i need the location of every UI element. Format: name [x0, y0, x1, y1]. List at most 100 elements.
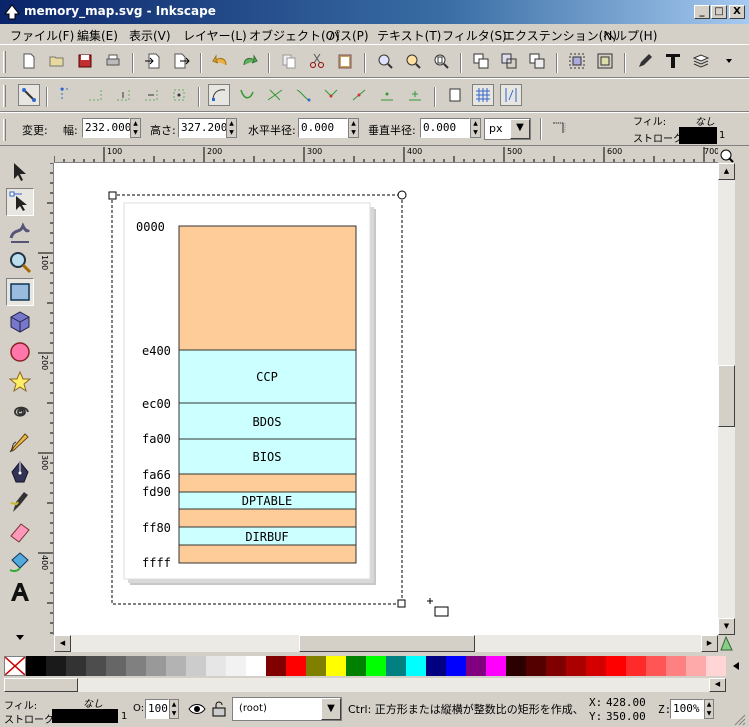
duplicate-button[interactable] — [470, 50, 492, 72]
color-swatch[interactable] — [466, 656, 486, 676]
snap-bbox-corner-button[interactable] — [112, 84, 134, 106]
menu-extensions[interactable]: エクステンション(N) — [503, 27, 617, 44]
group-button[interactable] — [566, 50, 588, 72]
text-tool[interactable] — [6, 578, 34, 606]
status-stroke-swatch[interactable] — [52, 709, 118, 723]
color-swatch[interactable] — [286, 656, 306, 676]
vertical-scroll-thumb[interactable] — [718, 365, 735, 427]
memory-block-gap2[interactable] — [178, 508, 357, 528]
print-button[interactable] — [102, 50, 124, 72]
resize-grip[interactable] — [732, 712, 746, 726]
memory-block-tpa[interactable] — [178, 225, 357, 351]
horizontal-ruler[interactable]: 100 200 300 400 500 600 700 — [54, 147, 718, 163]
memory-block-gap3[interactable] — [178, 544, 357, 564]
rx-spinner[interactable]: ▲ ▼ — [348, 118, 359, 138]
status-stroke-width[interactable]: 1 — [121, 711, 127, 722]
height-input[interactable]: 327.200 — [178, 118, 227, 138]
star-tool[interactable] — [6, 368, 34, 396]
eraser-tool[interactable] — [6, 518, 34, 546]
color-swatch[interactable] — [266, 656, 286, 676]
drawing-canvas[interactable]: 0000 e400 ec00 fa00 fa66 fd90 ff80 ffff … — [54, 163, 718, 635]
toolbox-overflow-button[interactable] — [6, 630, 34, 644]
spiral-tool[interactable] — [6, 398, 34, 426]
fill-stroke-dialog-button[interactable] — [634, 50, 656, 72]
pen-tool[interactable] — [6, 458, 34, 486]
vertical-scrollbar[interactable]: ▲ ▼ — [718, 163, 735, 635]
color-manage-button[interactable] — [718, 635, 735, 652]
ry-spinner[interactable]: ▲ ▼ — [470, 118, 481, 138]
color-swatch[interactable] — [306, 656, 326, 676]
color-swatch[interactable] — [626, 656, 646, 676]
color-swatch[interactable] — [146, 656, 166, 676]
color-swatch[interactable] — [526, 656, 546, 676]
menu-file[interactable]: ファイル(F) — [10, 27, 74, 44]
fill-value[interactable]: なし — [695, 113, 715, 128]
memory-block-gap1[interactable] — [178, 473, 357, 493]
color-swatch[interactable] — [506, 656, 526, 676]
open-button[interactable] — [46, 50, 68, 72]
color-swatch[interactable] — [86, 656, 106, 676]
color-swatch[interactable] — [366, 656, 386, 676]
zoom-input[interactable]: 100% — [670, 699, 704, 719]
snap-object-centers-button[interactable] — [376, 84, 398, 106]
toggle-layer-visibility-button[interactable] — [187, 699, 207, 719]
new-document-button[interactable] — [18, 50, 40, 72]
paste-button[interactable] — [334, 50, 356, 72]
snap-smooth-nodes-button[interactable] — [320, 84, 342, 106]
color-swatch[interactable] — [126, 656, 146, 676]
width-input[interactable]: 232.000 — [82, 118, 131, 138]
scroll-right-button[interactable]: ▶ — [701, 635, 718, 652]
menu-layer[interactable]: レイヤー(L) — [183, 27, 247, 44]
zoom-tool[interactable] — [6, 248, 34, 276]
toolbar-overflow-button[interactable] — [718, 50, 740, 72]
menu-edit[interactable]: 編集(E) — [77, 27, 118, 44]
text-dialog-button[interactable] — [662, 50, 684, 72]
color-swatch[interactable] — [606, 656, 626, 676]
color-swatch[interactable] — [166, 656, 186, 676]
ungroup-button[interactable] — [594, 50, 616, 72]
export-button[interactable] — [170, 50, 192, 72]
snap-bbox-button[interactable] — [56, 84, 78, 106]
color-swatch[interactable] — [446, 656, 466, 676]
color-swatch[interactable] — [566, 656, 586, 676]
color-swatch[interactable] — [26, 656, 46, 676]
zoom-spinner[interactable]: ▲ ▼ — [704, 699, 714, 719]
tweak-tool[interactable] — [6, 218, 34, 246]
snap-page-border-button[interactable] — [444, 84, 466, 106]
color-swatch[interactable] — [666, 656, 686, 676]
status-fill-value[interactable]: なし — [83, 695, 103, 710]
color-swatch[interactable] — [686, 656, 706, 676]
unlink-clone-button[interactable] — [526, 50, 548, 72]
corner-radius-handle[interactable] — [397, 190, 407, 200]
color-swatch[interactable] — [546, 656, 566, 676]
color-swatch[interactable] — [646, 656, 666, 676]
snap-guides-button[interactable] — [500, 84, 522, 106]
height-spinner[interactable]: ▲ ▼ — [226, 118, 237, 138]
unit-select[interactable]: px ▼ — [484, 118, 531, 140]
redo-button[interactable] — [238, 50, 260, 72]
resize-handle[interactable] — [108, 191, 117, 200]
palette-options-button[interactable] — [726, 656, 746, 676]
color-swatch[interactable] — [186, 656, 206, 676]
undo-button[interactable] — [210, 50, 232, 72]
rectangle-tool[interactable] — [6, 278, 34, 306]
layer-select[interactable]: (root) ▼ — [232, 697, 342, 721]
color-swatch[interactable] — [66, 656, 86, 676]
horizontal-scrollbar[interactable]: ◀ ▶ — [54, 635, 718, 652]
color-swatch[interactable] — [426, 656, 446, 676]
opacity-spinner[interactable]: ▲ ▼ — [169, 699, 179, 719]
menu-text[interactable]: テキスト(T) — [377, 27, 441, 44]
layers-dialog-button[interactable] — [690, 50, 712, 72]
no-paint-swatch[interactable] — [4, 656, 26, 676]
toggle-layer-lock-button[interactable] — [209, 699, 229, 719]
menu-path[interactable]: パス(P) — [328, 27, 369, 44]
scroll-left-button[interactable]: ◀ — [54, 635, 71, 652]
maximize-button[interactable]: □ — [711, 5, 727, 19]
selector-tool[interactable] — [6, 158, 34, 186]
ry-input[interactable]: 0.000 — [420, 118, 470, 138]
scroll-up-button[interactable]: ▲ — [718, 163, 735, 180]
menu-object[interactable]: オブジェクト(O) — [249, 27, 340, 44]
horizontal-scroll-thumb[interactable] — [299, 635, 475, 652]
save-button[interactable] — [74, 50, 96, 72]
color-swatch[interactable] — [46, 656, 66, 676]
